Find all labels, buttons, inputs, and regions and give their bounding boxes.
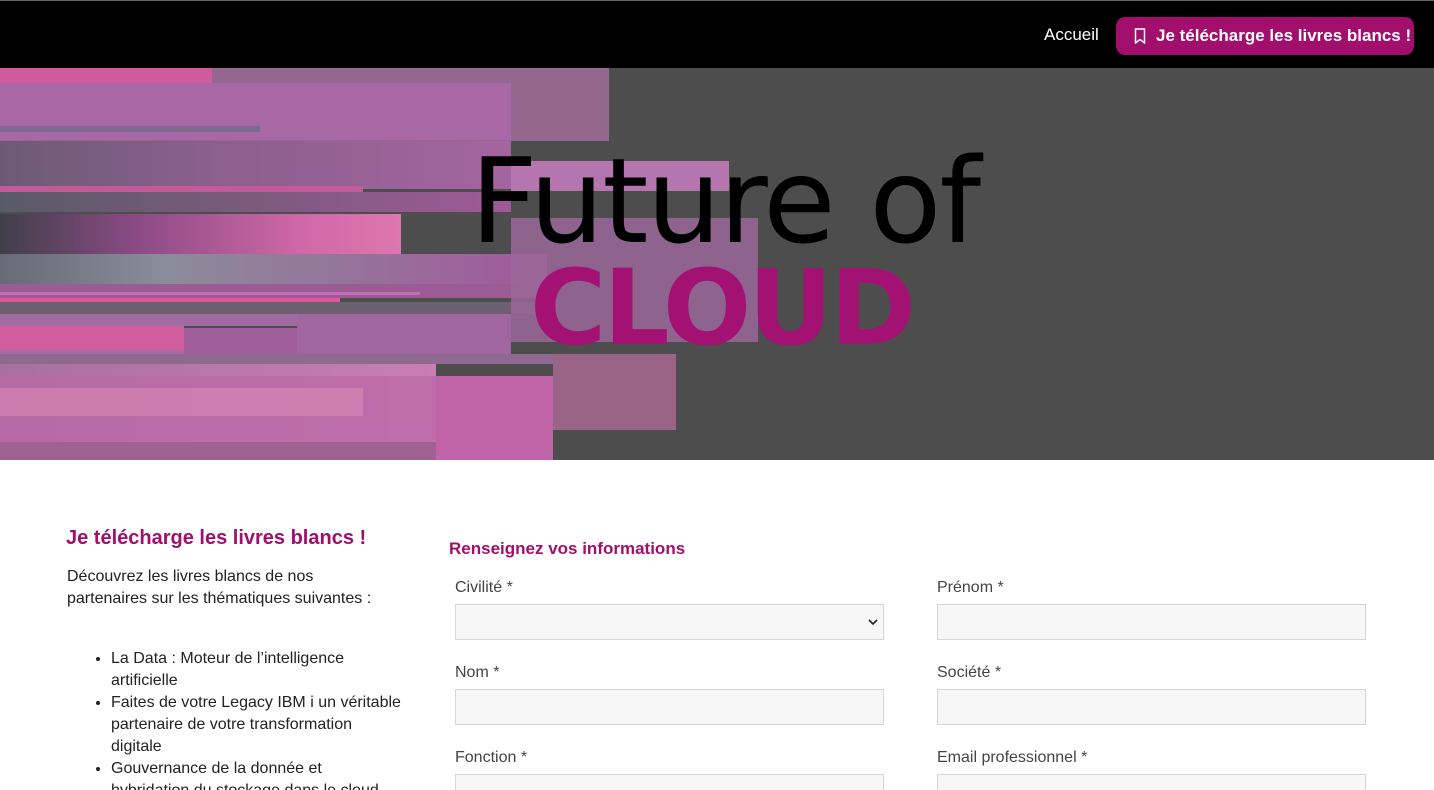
download-whitepapers-label: Je télécharge les livres blancs !	[1156, 26, 1412, 45]
fonction-input[interactable]	[455, 774, 884, 790]
list-item: Gouvernance de la donnée et hybridation …	[111, 758, 401, 790]
civilite-select[interactable]	[455, 604, 884, 640]
nom-label: Nom *	[455, 664, 500, 681]
fonction-label: Fonction *	[455, 749, 528, 766]
nav-link-home[interactable]: Accueil	[1044, 25, 1099, 45]
list-item: Faites de votre Legacy IBM i un véritabl…	[111, 692, 401, 758]
societe-label: Société *	[937, 664, 1002, 681]
topics-list: La Data : Moteur de l’intelligence artif…	[111, 648, 401, 790]
societe-input[interactable]	[937, 689, 1366, 725]
top-navigation-bar: Accueil Je télécharge les livres blancs …	[0, 0, 1434, 68]
civilite-label: Civilité *	[455, 579, 513, 596]
chevron-down-icon	[868, 619, 878, 626]
download-whitepapers-button[interactable]: Je télécharge les livres blancs !	[1116, 17, 1414, 55]
hero-title-future-of: Future of	[470, 132, 981, 270]
email-input[interactable]	[937, 774, 1366, 790]
hero-banner: Future of CLOUD	[0, 68, 1434, 460]
form-title: Renseignez vos informations	[449, 539, 686, 558]
hero-title-cloud: CLOUD	[530, 247, 916, 369]
list-item: La Data : Moteur de l’intelligence artif…	[111, 648, 401, 692]
prenom-input[interactable]	[937, 604, 1366, 640]
prenom-label: Prénom *	[937, 579, 1004, 596]
email-label: Email professionnel *	[937, 749, 1088, 766]
sidebar-title: Je télécharge les livres blancs !	[66, 527, 367, 549]
bookmark-icon	[1134, 28, 1146, 44]
sidebar-intro: Découvrez les livres blancs de nos parte…	[67, 568, 372, 607]
nom-input[interactable]	[455, 689, 884, 725]
